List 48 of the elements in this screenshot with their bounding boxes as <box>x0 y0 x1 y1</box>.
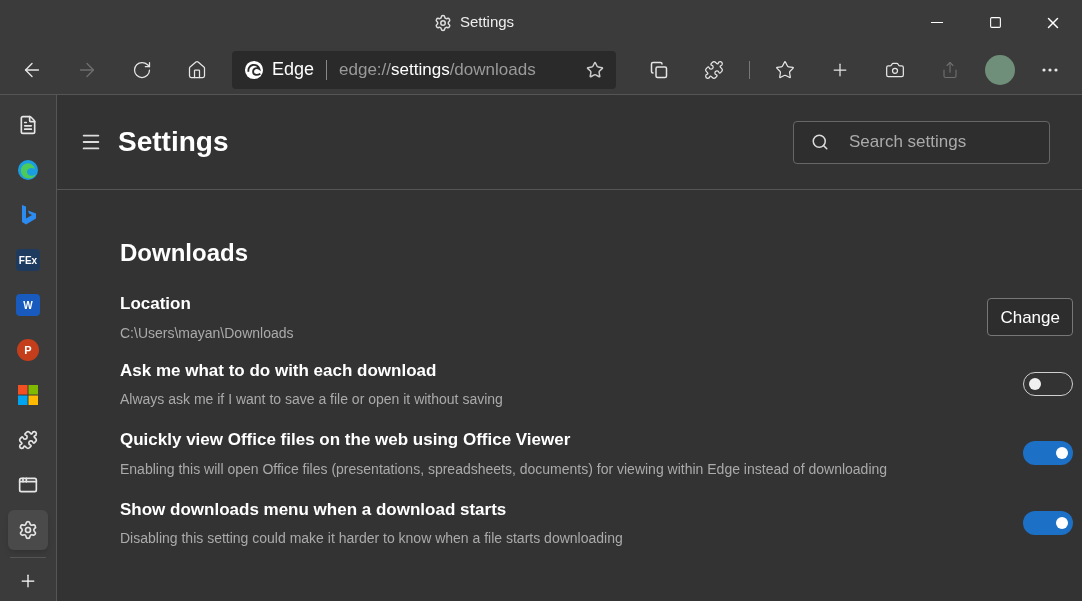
setting-description: Always ask me if I want to save a file or open it without saving <box>120 390 503 409</box>
wave-logo-icon <box>17 159 39 181</box>
url-text-part: edge:// <box>339 58 392 81</box>
share-icon <box>941 60 959 79</box>
b-logo-icon <box>19 204 37 226</box>
url-text-part: settings <box>391 58 450 81</box>
toggle-switch[interactable] <box>1023 510 1073 535</box>
sidebar-button[interactable]: P <box>8 330 48 370</box>
puzzle-icon <box>18 430 38 450</box>
avatar[interactable] <box>985 54 1015 85</box>
sidebar-button[interactable] <box>8 510 48 550</box>
more-icon <box>1042 67 1058 72</box>
pages-icon <box>650 60 668 79</box>
search-icon <box>811 132 829 151</box>
sidebar-button[interactable]: FEx <box>8 240 48 280</box>
add-favorite-icon[interactable] <box>586 60 604 79</box>
setting-label: Quickly view Office files on the web using Office Viewer <box>120 429 572 451</box>
toggle-switch[interactable] <box>1023 441 1073 466</box>
search-field[interactable]: Search settings <box>793 120 1050 164</box>
setting-description: Disabling this setting could make it harder to know when a file starts downloading <box>120 529 623 548</box>
setting-label: Location <box>120 293 192 315</box>
setting-label: Show downloads menu when a download starts <box>120 498 508 521</box>
four-squares-icon <box>18 385 38 405</box>
puzzle-icon <box>704 59 724 80</box>
refresh-icon <box>132 59 152 80</box>
app-window-icon <box>18 475 38 495</box>
app-tile-icon: W <box>16 294 40 316</box>
setting-description: C:\Users\mayan\Downloads <box>120 323 294 343</box>
settings-icon <box>18 520 38 540</box>
page-icon <box>18 115 38 135</box>
setting-label: Ask me what to do with each download <box>120 359 438 382</box>
page-title: Settings <box>118 125 229 159</box>
settings-icon <box>433 13 452 32</box>
address-bar[interactable]: Edge edge://settings/downloads <box>232 50 616 89</box>
change-button[interactable]: Change <box>987 298 1073 337</box>
site-label: Edge <box>272 58 315 81</box>
url-text-part: /downloads <box>449 58 536 81</box>
app-tile-icon: FEx <box>16 249 40 271</box>
section-title: Downloads <box>120 238 249 268</box>
sidebar-button[interactable]: W <box>8 285 48 325</box>
setting-description: Enabling this will open Office files (presentations, spreadsheets, documents) for viewing within Edge instead of downloading <box>120 459 888 479</box>
home-icon <box>187 59 207 80</box>
maximize-icon <box>988 16 1002 29</box>
wave-logo-icon <box>244 59 264 80</box>
minimize-icon <box>931 22 943 23</box>
window-title: Settings <box>459 12 515 33</box>
app-round-icon: P <box>17 339 39 361</box>
star-icon <box>775 59 795 80</box>
